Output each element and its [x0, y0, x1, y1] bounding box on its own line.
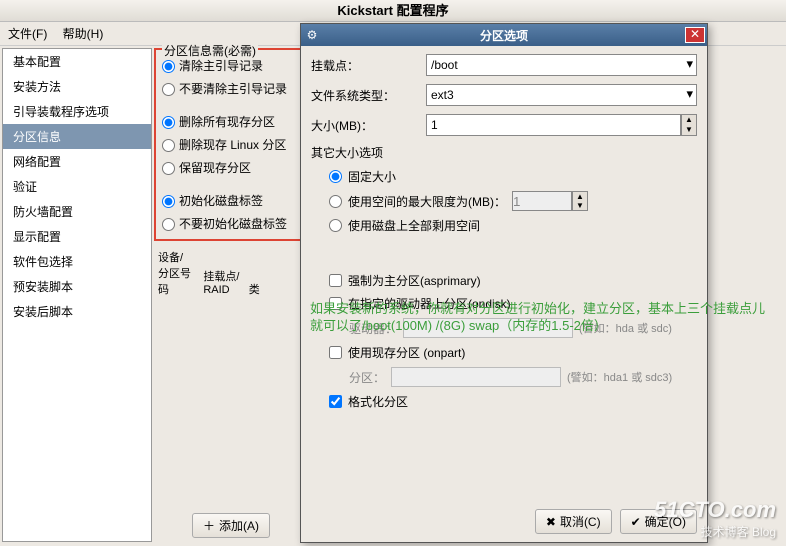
max-mb-input: [512, 191, 572, 211]
sidebar-item-8[interactable]: 软件包选择: [3, 249, 151, 274]
sidebar-item-2[interactable]: 引导装载程序选项: [3, 99, 151, 124]
mount-combo[interactable]: [426, 54, 697, 76]
add-button[interactable]: ＋ 添加(A): [192, 513, 270, 538]
fstype-label: 文件系统类型：: [311, 87, 426, 104]
radio-max-mb[interactable]: [329, 195, 342, 208]
radio-remove-linux[interactable]: [162, 139, 175, 152]
sidebar-item-6[interactable]: 防火墙配置: [3, 199, 151, 224]
sidebar-item-3[interactable]: 分区信息: [3, 124, 151, 149]
sidebar-item-4[interactable]: 网络配置: [3, 149, 151, 174]
size-label: 大小(MB)：: [311, 117, 426, 134]
menu-file[interactable]: 文件(F): [8, 27, 47, 41]
cancel-button[interactable]: ✖ 取消(C): [535, 509, 612, 534]
check-ondisk[interactable]: [329, 297, 342, 310]
check-onpart[interactable]: [329, 346, 342, 359]
sidebar-item-5[interactable]: 验证: [3, 174, 151, 199]
other-size-label: 其它大小选项: [311, 144, 697, 161]
ondisk-drive-input: [403, 318, 573, 338]
radio-fill[interactable]: [329, 219, 342, 232]
sidebar: 基本配置安装方法引导装载程序选项分区信息网络配置验证防火墙配置显示配置软件包选择…: [2, 48, 152, 542]
dialog-title: 分区选项: [323, 27, 685, 44]
radio-init-label[interactable]: [162, 195, 175, 208]
sidebar-item-7[interactable]: 显示配置: [3, 224, 151, 249]
size-input[interactable]: [426, 114, 681, 136]
window-title: Kickstart 配置程序: [0, 0, 786, 22]
check-asprimary[interactable]: [329, 274, 342, 287]
onpart-input: [391, 367, 561, 387]
partition-info-panel: 分区信息需(必需) 清除主引导记录 不要清除主引导记录 删除所有现存分区 删除现…: [154, 48, 304, 241]
app-icon: ⚙: [301, 28, 323, 42]
sidebar-item-9[interactable]: 预安装脚本: [3, 274, 151, 299]
radio-noinit-label[interactable]: [162, 218, 175, 231]
radio-clear-mbr[interactable]: [162, 60, 175, 73]
menu-help[interactable]: 帮助(H): [63, 27, 104, 41]
partition-dialog: ⚙ 分区选项 ✕ 挂载点： 文件系统类型： 大小(MB)： ▲▼ 其它大小选项 …: [300, 23, 708, 543]
sidebar-item-10[interactable]: 安装后脚本: [3, 299, 151, 324]
device-header: 设备/分区号码 挂载点/RAID 类: [154, 247, 308, 299]
group-label: 分区信息需(必需): [162, 42, 258, 59]
close-icon[interactable]: ✕: [685, 27, 705, 43]
sidebar-item-0[interactable]: 基本配置: [3, 49, 151, 74]
check-format[interactable]: [329, 395, 342, 408]
radio-fixed-size[interactable]: [329, 170, 342, 183]
max-mb-spinner: ▲▼: [572, 191, 588, 211]
ok-button[interactable]: ✔ 确定(O): [620, 509, 697, 534]
radio-remove-all[interactable]: [162, 116, 175, 129]
size-spinner[interactable]: ▲▼: [681, 114, 697, 136]
mount-label: 挂载点：: [311, 57, 426, 74]
radio-keep[interactable]: [162, 162, 175, 175]
fstype-combo[interactable]: [426, 84, 697, 106]
sidebar-item-1[interactable]: 安装方法: [3, 74, 151, 99]
radio-noclear-mbr[interactable]: [162, 83, 175, 96]
